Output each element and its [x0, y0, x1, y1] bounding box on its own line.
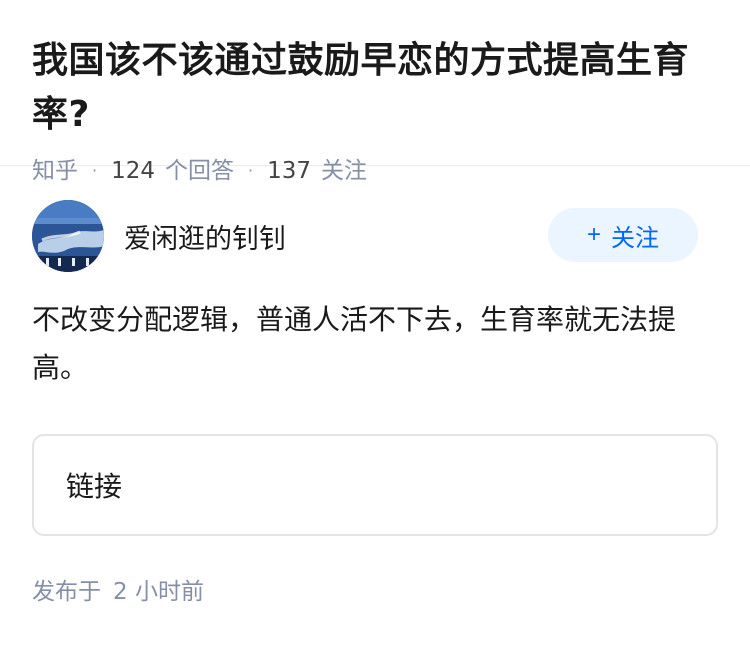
source-label[interactable]: 知乎	[32, 156, 78, 186]
follow-button-label: 关注	[611, 224, 659, 252]
avatar-image	[32, 200, 104, 272]
publish-time-value: 2 小时前	[113, 579, 204, 605]
follow-button[interactable]: + 关注	[548, 208, 698, 262]
author-name[interactable]: 爱闲逛的钊钊	[124, 217, 286, 256]
plus-icon: +	[586, 221, 601, 248]
follower-count: 137	[267, 158, 311, 184]
author-row: 爱闲逛的钊钊 + 关注	[32, 200, 718, 272]
answer-count: 124	[111, 158, 155, 184]
publish-prefix: 发布于	[32, 579, 101, 605]
answer-page: 我国该不该通过鼓励早恋的方式提高生育率? 知乎 · 124 个回答 · 137 …	[0, 0, 750, 666]
follower-count-label: 关注	[321, 158, 367, 184]
answer-item: 爱闲逛的钊钊 + 关注 不改变分配逻辑，普通人活不下去，生育率就无法提高。 链接…	[0, 166, 750, 606]
answer-content[interactable]: 不改变分配逻辑，普通人活不下去，生育率就无法提高。	[32, 296, 712, 392]
answer-count-label: 个回答	[165, 158, 234, 184]
question-title[interactable]: 我国该不该通过鼓励早恋的方式提高生育率?	[32, 34, 718, 142]
link-card[interactable]: 链接	[32, 434, 718, 536]
meta-separator: ·	[248, 161, 254, 180]
avatar[interactable]	[32, 200, 104, 272]
link-card-label: 链接	[66, 470, 123, 503]
meta-separator: ·	[92, 161, 98, 180]
publish-time: 发布于 2 小时前	[32, 572, 718, 606]
question-header: 我国该不该通过鼓励早恋的方式提高生育率? 知乎 · 124 个回答 · 137 …	[0, 0, 750, 184]
